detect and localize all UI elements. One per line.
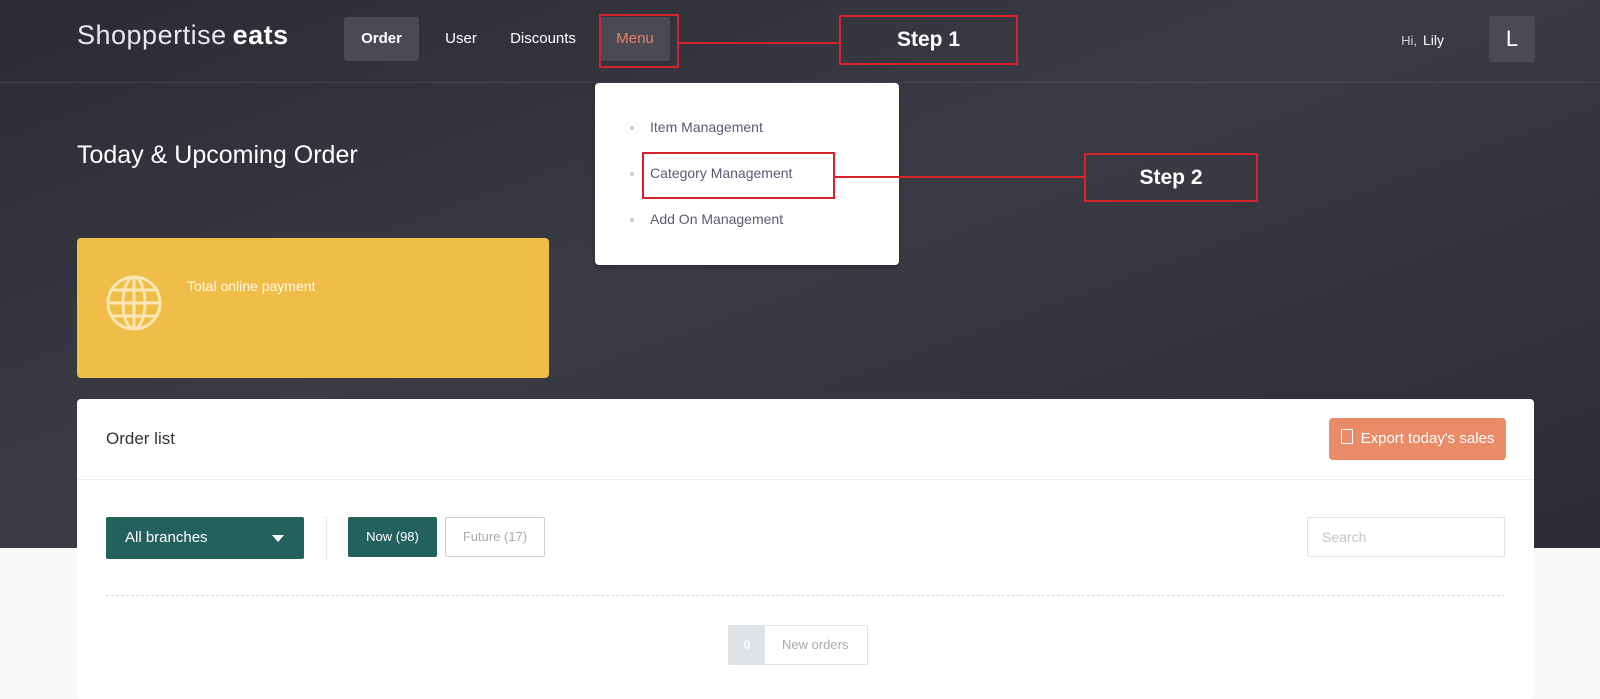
menu-item-add-on-management[interactable]: Add On Management xyxy=(650,211,783,227)
divider xyxy=(106,595,1505,596)
branch-select-value: All branches xyxy=(125,529,208,546)
step2-label: Step 2 xyxy=(1084,153,1258,202)
nav-order[interactable]: Order xyxy=(344,17,419,61)
tab-future[interactable]: Future (17) xyxy=(445,517,545,557)
menu-item-item-management[interactable]: Item Management xyxy=(650,119,763,135)
step2-highlight-box xyxy=(642,152,835,199)
page-title: Today & Upcoming Order xyxy=(77,141,358,169)
user-name[interactable]: Lily xyxy=(1423,32,1444,48)
step1-label: Step 1 xyxy=(839,15,1018,65)
order-list-panel: Order list Export today's sales All bran… xyxy=(77,399,1534,699)
bullet-icon xyxy=(630,126,634,130)
bullet-icon xyxy=(630,172,634,176)
card-label: Total online payment xyxy=(187,278,316,294)
step1-text: Step 1 xyxy=(896,28,961,51)
export-sales-button[interactable]: Export today's sales xyxy=(1329,418,1506,460)
brand-name-light: Shoppertise xyxy=(77,20,227,50)
chevron-down-icon xyxy=(272,535,284,542)
tab-now[interactable]: Now (98) xyxy=(348,517,437,557)
document-icon xyxy=(1340,429,1353,444)
step1-highlight-box xyxy=(599,14,679,68)
nav-user[interactable]: User xyxy=(435,17,487,61)
user-greeting: Hi, Lily xyxy=(1401,32,1444,48)
order-list-title: Order list xyxy=(106,429,175,448)
nav-discounts[interactable]: Discounts xyxy=(505,17,581,61)
brand-name-bold: eats xyxy=(232,20,289,50)
avatar[interactable]: L xyxy=(1489,16,1535,62)
bullet-icon xyxy=(630,218,634,222)
globe-icon xyxy=(106,275,162,331)
new-orders-label: New orders xyxy=(782,637,849,652)
step2-text: Step 2 xyxy=(1139,165,1203,189)
new-orders-count: 0 xyxy=(729,626,765,664)
export-sales-label: Export today's sales xyxy=(1360,430,1495,447)
total-online-payment-card: Total online payment xyxy=(77,238,549,378)
order-list-header: Order list Export today's sales xyxy=(77,399,1534,480)
branch-select[interactable]: All branches xyxy=(106,517,304,559)
step1-connector-line xyxy=(679,42,840,44)
divider xyxy=(326,517,327,559)
greeting-text: Hi, xyxy=(1401,33,1417,48)
brand-logo[interactable]: Shoppertise eats xyxy=(77,20,289,51)
new-orders-counter: 0 New orders xyxy=(728,625,868,665)
step2-connector-line xyxy=(835,176,1085,178)
search-input[interactable] xyxy=(1307,517,1505,557)
